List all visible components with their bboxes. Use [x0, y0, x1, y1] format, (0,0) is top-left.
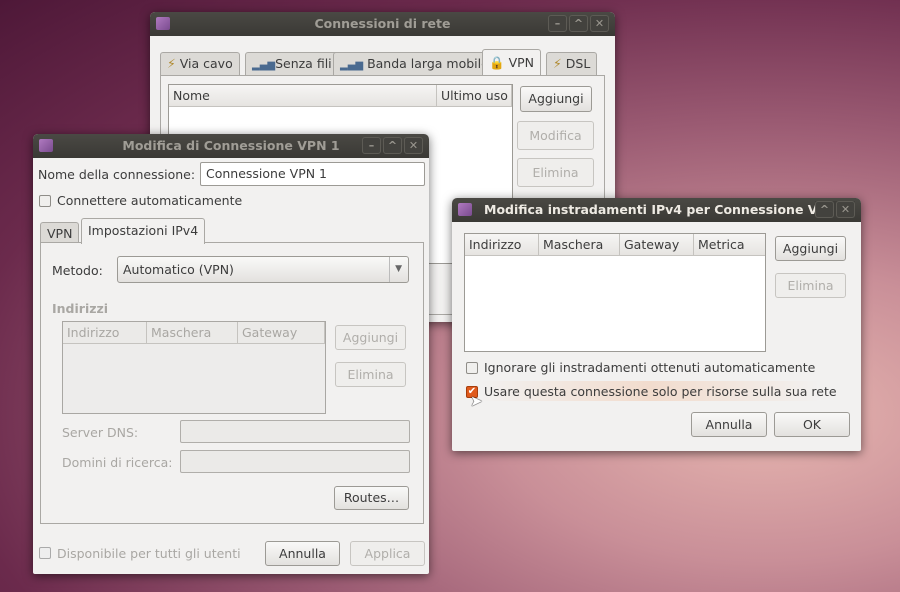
column-maschera[interactable]: Maschera: [539, 234, 620, 256]
dsl-plug-icon: ⚡: [553, 56, 562, 71]
column-indirizzo[interactable]: Indirizzo: [465, 234, 539, 256]
routes-table[interactable]: Indirizzo Maschera Gateway Metrica: [464, 233, 766, 352]
add-button[interactable]: Aggiungi: [520, 86, 592, 112]
method-label: Metodo:: [52, 263, 103, 278]
column-indirizzo: Indirizzo: [63, 322, 147, 344]
connection-name-input[interactable]: Connessione VPN 1: [200, 162, 425, 186]
all-users-label: Disponibile per tutti gli utenti: [57, 546, 241, 561]
ok-button[interactable]: OK: [774, 412, 850, 437]
maximize-button[interactable]: ^: [383, 137, 402, 154]
cancel-button[interactable]: Annulla: [691, 412, 767, 437]
column-maschera: Maschera: [147, 322, 238, 344]
tab-vpn[interactable]: VPN: [40, 222, 80, 244]
add-address-button[interactable]: Aggiungi: [335, 325, 406, 350]
only-local-label: Usare questa connessione solo per risors…: [484, 384, 837, 399]
tab-via-cavo[interactable]: ⚡ Via cavo: [160, 52, 240, 75]
search-domains-input[interactable]: [180, 450, 410, 473]
minimize-button[interactable]: –: [548, 15, 567, 32]
column-nome[interactable]: Nome: [169, 85, 437, 107]
connection-name-label: Nome della connessione:: [38, 167, 196, 182]
close-button[interactable]: ✕: [590, 15, 609, 32]
network-app-icon: [156, 17, 170, 30]
all-users-checkbox[interactable]: [39, 547, 51, 559]
ipv4-routes-dialog: Modifica instradamenti IPv4 per Connessi…: [452, 198, 861, 451]
lock-icon: 🔒: [489, 55, 505, 70]
autoconnect-label: Connettere automaticamente: [57, 193, 243, 208]
window-title: Modifica instradamenti IPv4 per Connessi…: [484, 202, 838, 217]
maximize-button[interactable]: ^: [569, 15, 588, 32]
delete-address-button[interactable]: Elimina: [335, 362, 406, 387]
add-route-button[interactable]: Aggiungi: [775, 236, 846, 261]
edit-button[interactable]: Modifica: [517, 121, 594, 150]
search-domains-label: Domini di ricerca:: [62, 455, 173, 470]
close-button[interactable]: ✕: [836, 201, 855, 218]
ignore-routes-label: Ignorare gli instradamenti ottenuti auto…: [484, 360, 816, 375]
autoconnect-checkbox[interactable]: [39, 195, 51, 207]
tab-senza-fili[interactable]: ▂▄▆Senza fili: [245, 52, 339, 77]
window-title: Modifica di Connessione VPN 1: [122, 138, 340, 153]
close-button[interactable]: ✕: [404, 137, 423, 154]
tab-vpn[interactable]: 🔒 VPN: [482, 49, 542, 75]
method-dropdown[interactable]: Automatico (VPN) ▼: [117, 256, 409, 283]
addresses-label: Indirizzi: [52, 301, 109, 316]
maximize-button[interactable]: ^: [815, 201, 834, 218]
delete-button[interactable]: Elimina: [517, 158, 594, 187]
network-app-icon: [39, 139, 53, 152]
minimize-button[interactable]: –: [362, 137, 381, 154]
dns-input[interactable]: [180, 420, 410, 443]
chevron-down-icon: ▼: [389, 257, 402, 282]
column-gateway[interactable]: Gateway: [620, 234, 694, 256]
wireless-signal-icon: ▂▄▆: [252, 60, 276, 71]
dns-label: Server DNS:: [62, 425, 139, 440]
delete-route-button[interactable]: Elimina: [775, 273, 846, 298]
column-gateway: Gateway: [238, 322, 325, 344]
tab-banda-larga[interactable]: ▂▄▆ Banda larga mobile: [333, 52, 496, 77]
window-title: Connessioni di rete: [314, 16, 451, 31]
mobile-signal-icon: ▂▄▆: [340, 60, 364, 71]
vpn-editor-window: Modifica di Connessione VPN 1 – ^ ✕ Nome d…: [33, 134, 429, 574]
tab-dsl[interactable]: ⚡ DSL: [546, 52, 598, 75]
title-bar[interactable]: Modifica instradamenti IPv4 per Connessi…: [452, 198, 861, 222]
mouse-cursor-icon: ➤: [470, 392, 483, 410]
apply-button[interactable]: Applica: [350, 541, 425, 566]
routes-button[interactable]: Routes…: [334, 486, 409, 510]
network-app-icon: [458, 203, 472, 216]
column-ultimo-uso[interactable]: Ultimo uso: [437, 85, 512, 107]
title-bar[interactable]: Modifica di Connessione VPN 1 – ^ ✕: [33, 134, 429, 158]
tab-ipv4[interactable]: Impostazioni IPv4: [81, 218, 206, 244]
column-metrica[interactable]: Metrica: [694, 234, 765, 256]
title-bar[interactable]: Connessioni di rete – ^ ✕: [150, 12, 615, 36]
cancel-button[interactable]: Annulla: [265, 541, 340, 566]
wired-plug-icon: ⚡: [167, 56, 176, 71]
addresses-table: Indirizzo Maschera Gateway: [62, 321, 326, 414]
ignore-routes-checkbox[interactable]: [466, 362, 478, 374]
